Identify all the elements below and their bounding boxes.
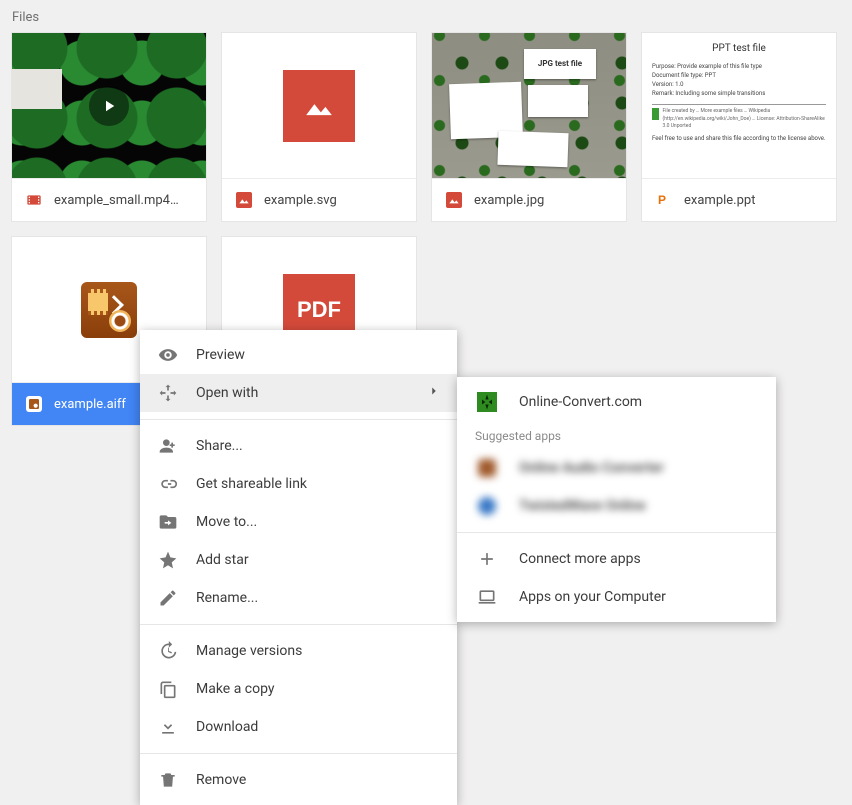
file-card[interactable]: JPG test file example.jpg — [432, 33, 626, 221]
app-icon — [475, 392, 499, 412]
ppt-credits: File created by … More example files … W… — [663, 108, 826, 131]
menu-label: Make a copy — [196, 681, 275, 697]
menu-item-share[interactable]: Share... — [140, 427, 457, 465]
link-icon — [158, 474, 178, 494]
menu-label: Remove — [196, 772, 246, 788]
section-title: Files — [0, 0, 852, 33]
presentation-file-icon: P — [656, 192, 672, 208]
submenu-label: Online Audio Converter — [519, 460, 664, 476]
file-name: example_small.mp4… — [54, 193, 179, 208]
menu-label: Rename... — [196, 590, 258, 606]
menu-item-download[interactable]: Download — [140, 708, 457, 746]
menu-item-add-star[interactable]: Add star — [140, 541, 457, 579]
menu-item-manage-versions[interactable]: Manage versions — [140, 632, 457, 670]
open-with-icon — [158, 383, 178, 403]
audio-file-icon — [26, 396, 42, 412]
menu-label: Download — [196, 719, 258, 735]
copy-icon — [158, 679, 178, 699]
submenu-apps-on-computer[interactable]: Apps on your Computer — [457, 578, 776, 616]
svg-text:P: P — [658, 193, 666, 207]
play-icon — [89, 86, 129, 126]
ppt-line: Version: 1.0 — [652, 80, 826, 89]
file-name: example.svg — [264, 193, 337, 208]
menu-label: Manage versions — [196, 643, 302, 659]
menu-item-open-with[interactable]: Open with — [140, 374, 457, 412]
video-file-icon — [26, 192, 42, 208]
submenu-suggested-app[interactable]: Online Audio Converter — [457, 449, 776, 487]
menu-separator — [140, 624, 457, 625]
suggested-apps-heading: Suggested apps — [457, 421, 776, 449]
ppt-title: PPT test file — [652, 41, 826, 56]
image-placeholder-icon — [283, 70, 355, 142]
laptop-icon — [475, 587, 499, 607]
file-thumbnail[interactable]: JPG test file — [432, 33, 626, 178]
image-file-icon — [236, 192, 252, 208]
file-name: example.aiff — [54, 397, 126, 412]
file-caption: example_small.mp4… — [12, 178, 206, 221]
file-name: example.ppt — [684, 193, 755, 208]
menu-label: Preview — [196, 347, 245, 363]
file-thumbnail[interactable] — [222, 33, 416, 178]
menu-separator — [140, 419, 457, 420]
thumb-label: JPG test file — [524, 49, 596, 79]
history-icon — [158, 641, 178, 661]
menu-item-make-copy[interactable]: Make a copy — [140, 670, 457, 708]
image-file-icon — [446, 192, 462, 208]
menu-item-remove[interactable]: Remove — [140, 761, 457, 799]
menu-item-get-link[interactable]: Get shareable link — [140, 465, 457, 503]
ppt-line: Document file type: PPT — [652, 71, 826, 80]
file-thumbnail[interactable]: PPT test file Purpose: Provide example o… — [642, 33, 836, 178]
menu-item-rename[interactable]: Rename... — [140, 579, 457, 617]
eye-icon — [158, 345, 178, 365]
ppt-note: Feel free to use and share this file acc… — [652, 134, 826, 143]
submenu-app-online-convert[interactable]: Online-Convert.com — [457, 383, 776, 421]
submenu-label: Online-Convert.com — [519, 394, 642, 410]
file-card[interactable]: example_small.mp4… — [12, 33, 206, 221]
menu-label: Get shareable link — [196, 476, 307, 492]
person-add-icon — [158, 436, 178, 456]
file-thumbnail[interactable] — [12, 33, 206, 178]
menu-label: Move to... — [196, 514, 257, 530]
file-caption: example.jpg — [432, 178, 626, 221]
context-menu: Preview Open with Share... Get shareable… — [140, 330, 457, 805]
folder-move-icon — [158, 512, 178, 532]
submenu-label: TwistedWave Online — [519, 498, 646, 514]
submenu-label: Apps on your Computer — [519, 589, 666, 605]
menu-label: Add star — [196, 552, 249, 568]
chevron-right-icon — [427, 384, 441, 402]
submenu-label: Connect more apps — [519, 551, 641, 567]
menu-separator — [140, 753, 457, 754]
menu-label: Open with — [196, 385, 258, 401]
plus-icon — [475, 549, 499, 569]
submenu-suggested-app[interactable]: TwistedWave Online — [457, 487, 776, 525]
menu-item-preview[interactable]: Preview — [140, 336, 457, 374]
ppt-line: Remark: Including some simple transition… — [652, 89, 826, 98]
app-swatch-icon — [475, 458, 499, 478]
menu-separator — [457, 532, 776, 533]
file-card[interactable]: example.svg — [222, 33, 416, 221]
app-swatch-icon — [475, 496, 499, 516]
menu-label: Share... — [196, 438, 243, 454]
trash-icon — [158, 770, 178, 790]
edit-icon — [158, 588, 178, 608]
download-icon — [158, 717, 178, 737]
ppt-line: Purpose: Provide example of this file ty… — [652, 62, 826, 71]
file-card[interactable]: PPT test file Purpose: Provide example o… — [642, 33, 836, 221]
open-with-submenu: Online-Convert.com Suggested apps Online… — [457, 377, 776, 622]
submenu-connect-more-apps[interactable]: Connect more apps — [457, 540, 776, 578]
menu-item-move-to[interactable]: Move to... — [140, 503, 457, 541]
file-caption: example.svg — [222, 178, 416, 221]
star-icon — [158, 550, 178, 570]
audio-convert-icon — [81, 282, 137, 338]
file-caption: P example.ppt — [642, 178, 836, 221]
file-name: example.jpg — [474, 193, 544, 208]
